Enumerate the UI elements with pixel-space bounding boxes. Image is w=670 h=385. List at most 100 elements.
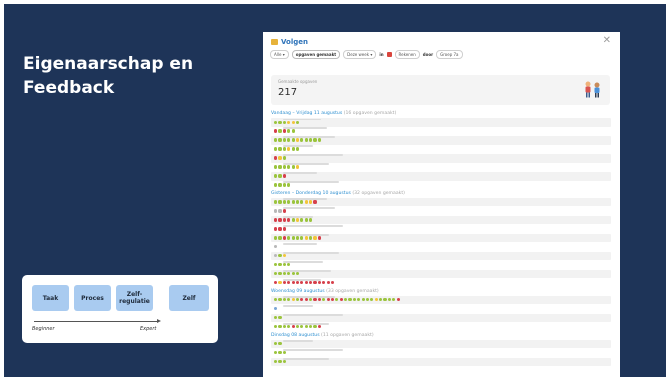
result-dot — [287, 325, 291, 329]
result-dot — [282, 227, 286, 231]
result-dot — [278, 120, 282, 124]
result-dot — [313, 200, 317, 204]
result-dot — [282, 147, 286, 151]
student-row[interactable] — [271, 162, 611, 172]
student-row[interactable] — [271, 251, 611, 261]
student-row[interactable] — [271, 304, 611, 314]
result-dots — [274, 147, 300, 151]
student-row[interactable] — [271, 269, 611, 279]
result-dots — [274, 156, 286, 160]
student-row[interactable] — [271, 171, 611, 181]
result-dot — [287, 147, 291, 151]
result-dot — [274, 227, 278, 231]
day-count: (11 opgaven gemaakt) — [321, 332, 374, 338]
result-dots — [274, 325, 321, 329]
day-label: Gisteren – Donderdag 10 augustus — [271, 190, 353, 196]
level-proces[interactable]: Proces — [74, 285, 111, 311]
result-dot — [278, 147, 282, 151]
student-row[interactable] — [271, 339, 611, 349]
day-heading: Vandaag – Vrijdag 11 augustus (16 opgave… — [271, 110, 611, 118]
result-dot — [291, 147, 295, 151]
student-row[interactable] — [271, 224, 611, 234]
result-dots — [274, 316, 282, 320]
result-dot — [278, 174, 282, 178]
result-dot — [274, 129, 278, 133]
result-dot — [278, 227, 282, 231]
result-dot — [278, 316, 282, 320]
result-dot — [274, 209, 278, 213]
result-dot — [282, 129, 286, 133]
result-dot — [317, 298, 321, 302]
day-list: Vandaag – Vrijdag 11 augustus (16 opgave… — [271, 110, 611, 367]
student-row[interactable] — [271, 278, 611, 288]
student-row[interactable] — [271, 357, 611, 367]
result-dots — [274, 245, 278, 249]
result-dot — [344, 298, 348, 302]
filter-group-select[interactable]: Groep 7a — [436, 50, 463, 59]
filter-range-select[interactable]: Deze week ▾ — [343, 50, 377, 59]
filter-in-text: in — [379, 52, 384, 57]
day-heading: Dinsdag 08 augustus (11 opgaven gemaakt) — [271, 332, 611, 340]
app-title: Volgen — [281, 38, 308, 46]
result-dot — [287, 272, 291, 276]
result-dots — [274, 183, 291, 187]
student-row[interactable] — [271, 153, 611, 163]
result-dots — [274, 263, 291, 267]
student-row[interactable] — [271, 135, 611, 145]
student-row[interactable] — [271, 197, 611, 207]
result-dots — [274, 174, 286, 178]
filter-group-label: Groep 7a — [440, 52, 459, 57]
student-row[interactable] — [271, 348, 611, 358]
student-row[interactable] — [271, 295, 611, 305]
level-proces-label: Proces — [81, 294, 104, 302]
result-dots — [274, 129, 295, 133]
result-dot — [309, 236, 313, 240]
result-dot — [374, 298, 378, 302]
student-row[interactable] — [271, 260, 611, 270]
student-row[interactable] — [271, 118, 611, 127]
result-dot — [317, 325, 321, 329]
student-row[interactable] — [271, 215, 611, 225]
result-dot — [282, 325, 286, 329]
student-row[interactable] — [271, 144, 611, 154]
level-zelf[interactable]: Zelf — [169, 285, 209, 311]
result-dot — [274, 200, 278, 204]
result-dot — [287, 129, 291, 133]
student-name-placeholder — [283, 154, 343, 157]
result-dot — [278, 183, 282, 187]
result-dot — [274, 156, 278, 160]
result-dot — [370, 298, 374, 302]
filter-who-select[interactable]: Alle ▾ — [270, 50, 289, 59]
calendar-icon — [271, 39, 278, 45]
result-dot — [282, 165, 286, 169]
level-taak[interactable]: Taak — [32, 285, 69, 311]
close-icon[interactable]: ✕ — [603, 36, 611, 46]
result-dots — [274, 138, 321, 142]
student-row[interactable] — [271, 233, 611, 243]
result-dot — [330, 281, 335, 285]
filter-subject-select[interactable]: Rekenen — [394, 50, 420, 59]
result-dot — [291, 325, 295, 329]
level-zelfregulatie[interactable]: Zelf- regulatie — [116, 285, 153, 311]
result-dot — [274, 307, 278, 311]
result-dot — [291, 281, 295, 285]
student-row[interactable] — [271, 126, 611, 136]
result-dots — [274, 254, 286, 258]
result-dots — [274, 298, 400, 302]
result-dot — [274, 325, 278, 329]
student-row[interactable] — [271, 242, 611, 252]
result-dot — [278, 165, 282, 169]
student-row[interactable] — [271, 322, 611, 332]
student-row[interactable] — [271, 313, 611, 323]
result-dot — [304, 200, 308, 204]
student-name-placeholder — [283, 207, 335, 209]
student-row[interactable] — [271, 206, 611, 216]
result-dot — [317, 236, 321, 240]
result-dot — [287, 236, 291, 240]
result-dot — [313, 281, 317, 285]
result-dot — [274, 174, 278, 178]
student-name-placeholder — [283, 225, 343, 227]
level-zelf-label: Zelf — [182, 294, 196, 302]
student-row[interactable] — [271, 180, 611, 190]
filter-what-select[interactable]: opgaven gemaakt — [291, 50, 341, 59]
